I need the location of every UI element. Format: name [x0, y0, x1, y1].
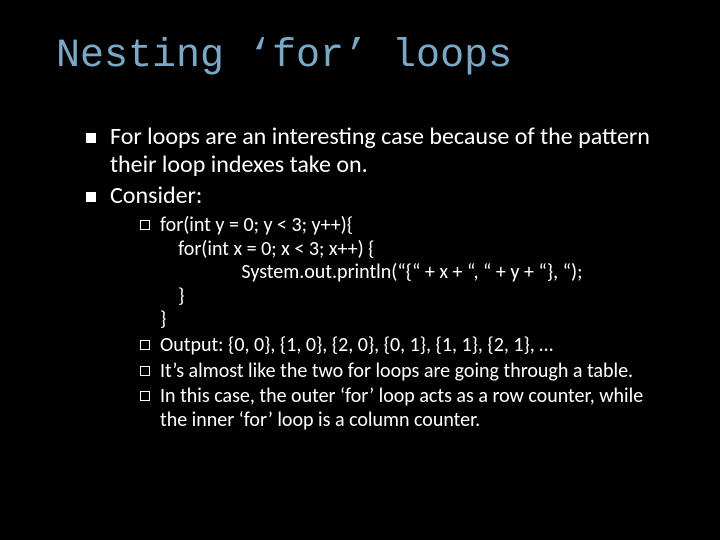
sub-output: Output: {0, 0}, {1, 0}, {2, 0}, {0, 1}, … [140, 334, 664, 358]
slide-title: Nesting ‘for’ loops [56, 34, 664, 79]
sub-almost-text: It’s almost like the two for loops are g… [160, 359, 633, 383]
bullet-consider: Consider: for(int y = 0; y < 3; y++){ fo… [86, 182, 664, 433]
slide: Nesting ‘for’ loops For loops are an int… [0, 0, 720, 540]
sub-almost: It’s almost like the two for loops are g… [140, 360, 664, 384]
sub-bullet-list: for(int y = 0; y < 3; y++){ for(int x = … [140, 214, 664, 432]
sub-output-text: Output: {0, 0}, {1, 0}, {2, 0}, {0, 1}, … [160, 333, 553, 357]
sub-inthis: In this case, the outer ‘for’ loop acts … [140, 385, 664, 432]
sub-code: for(int y = 0; y < 3; y++){ for(int x = … [140, 214, 664, 332]
bullet-consider-text: Consider: [110, 181, 202, 210]
bullet-intro-text: For loops are an interesting case becaus… [110, 122, 650, 179]
bullet-list: For loops are an interesting case becaus… [86, 123, 664, 432]
sub-inthis-text: In this case, the outer ‘for’ loop acts … [160, 384, 643, 432]
bullet-intro: For loops are an interesting case becaus… [86, 123, 664, 180]
code-block: for(int y = 0; y < 3; y++){ for(int x = … [160, 214, 664, 332]
